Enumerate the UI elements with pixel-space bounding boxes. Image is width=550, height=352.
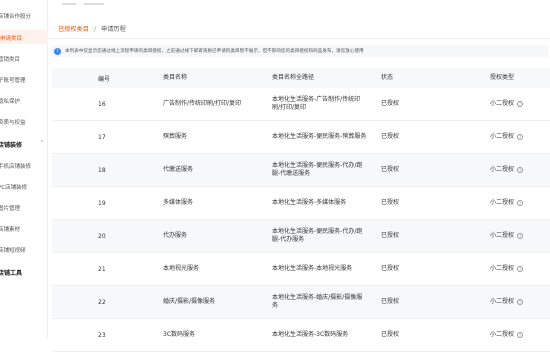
sidebar-item[interactable]: 子账号管理	[0, 76, 26, 84]
sidebar-item: 店铺工具	[0, 270, 23, 277]
cell-type-label: 小二授权	[490, 133, 515, 140]
header-path: 类目名称全路径	[272, 74, 315, 81]
table-row: 19 多媒体服务 本地化生活服务-多媒体服务 已授权 小二授权?	[52, 187, 550, 220]
cell-status: 已授权	[381, 100, 400, 107]
cell-type: 小二授权?	[490, 232, 550, 240]
help-icon[interactable]: ?	[517, 101, 524, 107]
cell-type: 小二授权?	[490, 100, 550, 108]
help-icon[interactable]: ?	[517, 134, 524, 140]
cell-status: 已授权	[381, 298, 400, 305]
info-icon: i	[54, 47, 61, 55]
breadcrumb-link-authorized[interactable]: 已授权类目	[58, 26, 89, 33]
cell-type: 小二授权?	[490, 298, 550, 306]
divider	[48, 38, 550, 39]
sidebar-item[interactable]: 手机店铺装修	[0, 162, 31, 170]
cell-status: 已授权	[381, 265, 400, 272]
cell-status: 已授权	[381, 166, 400, 173]
breadcrumb: 已授权类目 / 申请历程	[58, 24, 126, 33]
category-table: 编号 类目名称 类目名称全路径 状态 授权类型 16 广告制作/传统印刷/打印/复…	[52, 68, 550, 352]
sidebar-item[interactable]: 图片管理	[0, 204, 20, 212]
cell-name: 殡葬服务	[163, 133, 188, 140]
cell-path: 本地化生活服务-多媒体服务	[272, 199, 347, 206]
cell-id: 18	[98, 167, 106, 174]
cell-id: 20	[98, 233, 106, 240]
cell-type: 小二授权?	[490, 199, 550, 207]
table-row: 18 代缴送服务 本地化生活服务-便民服务-代办/跑腿-代缴送服务 已授权 小二授权?	[52, 154, 550, 187]
table-row: 16 广告制作/传统印刷/打印/复印 本地化生活服务-广告制作/传统印刷/打印/复印…	[52, 88, 550, 121]
sidebar-item[interactable]: 店铺短视频	[0, 246, 26, 254]
header-id: 编号	[98, 76, 111, 83]
table-header: 编号 类目名称 类目名称全路径 状态 授权类型	[52, 68, 550, 88]
sidebar-item[interactable]: 店铺素材	[0, 225, 20, 233]
cell-name: 本地视光服务	[163, 265, 200, 272]
table-body: 16 广告制作/传统印刷/打印/复印 本地化生活服务-广告制作/传统印刷/打印/复印…	[52, 88, 550, 352]
header-status: 状态	[381, 74, 394, 81]
help-icon[interactable]: ?	[517, 167, 524, 173]
cell-type-label: 小二授权	[490, 100, 515, 107]
chevron-up-icon[interactable]: ⌃	[40, 140, 44, 146]
cell-name: 广告制作/传统印刷/打印/复印	[163, 100, 242, 107]
table-row: 17 殡葬服务 本地化生活服务-便民服务-殡葬服务 已授权 小二授权?	[52, 121, 550, 154]
help-icon[interactable]: ?	[517, 233, 524, 239]
cell-path: 本地化生活服务-便民服务-殡葬服务	[272, 133, 367, 140]
header-type: 授权类型	[490, 74, 515, 81]
sidebar-item[interactable]: PC店铺装修	[0, 183, 27, 191]
cell-path: 本地化生活服务-婚庆/摄影/摄像服务	[272, 294, 363, 309]
help-icon[interactable]: ?	[517, 200, 524, 206]
cell-name: 代办服务	[163, 232, 188, 239]
cell-type-label: 小二授权	[490, 298, 515, 305]
notice-text: 本列表中仅显示您通过线上流程申请的类目授权，之前通过线下邮寄资质已申请的类目暂不…	[65, 49, 364, 54]
cell-path: 本地化生活服务-便民服务-代办/跑腿-代缴送服务	[272, 162, 363, 177]
sidebar-item[interactable]: 店铺合作股分	[0, 12, 31, 20]
help-icon[interactable]: ?	[517, 332, 524, 338]
sidebar-item[interactable]: 申请类目	[0, 30, 48, 44]
topbar-stub	[62, 0, 122, 6]
cell-name: 婚庆/摄影/摄像服务	[163, 298, 216, 305]
cell-type-label: 小二授权	[490, 265, 515, 272]
header-name: 类目名称	[163, 74, 188, 81]
breadcrumb-current: 申请历程	[101, 26, 126, 33]
table-row: 20 代办服务 本地化生活服务-便民服务-代办/跑腿-代办服务 已授权 小二授权?	[52, 220, 550, 253]
cell-name: 多媒体服务	[163, 199, 194, 206]
cell-path: 本地化生活服务-广告制作/传统印刷/打印/复印	[272, 96, 361, 111]
sidebar-item[interactable]: 隐私保护	[0, 97, 20, 105]
table-row: 21 本地视光服务 本地化生活服务-本地视光服务 已授权 小二授权?	[52, 253, 550, 286]
cell-path: 本地化生活服务-便民服务-代办/跑腿-代办服务	[272, 228, 363, 243]
cell-type: 小二授权?	[490, 166, 550, 174]
table-row: 23 3C数码服务 本地化生活服务-3C数码服务 已授权 小二授权?	[52, 319, 550, 352]
cell-path: 本地化生活服务-本地视光服务	[272, 265, 353, 272]
cell-type-label: 小二授权	[490, 199, 515, 206]
sidebar-item[interactable]: 营销类目	[0, 55, 20, 63]
notice-bar: i 本列表中仅显示您通过线上流程申请的类目授权，之前通过线下邮寄资质已申请的类目…	[52, 45, 548, 57]
breadcrumb-separator: /	[93, 26, 97, 33]
cell-type: 小二授权?	[490, 133, 550, 141]
help-icon[interactable]: ?	[517, 266, 524, 272]
sidebar-item: 店铺装修	[0, 142, 23, 149]
cell-status: 已授权	[381, 133, 400, 140]
cell-id: 19	[98, 200, 106, 207]
cell-id: 22	[98, 299, 106, 306]
help-icon[interactable]: ?	[517, 299, 524, 305]
cell-status: 已授权	[381, 232, 400, 239]
sidebar-item[interactable]: 资质与权益	[0, 118, 26, 126]
cell-type: 小二授权?	[490, 265, 550, 273]
cell-status: 已授权	[381, 199, 400, 206]
cell-type-label: 小二授权	[490, 166, 515, 173]
sidebar: 店铺合作股分申请类目营销类目子账号管理隐私保护资质与权益店铺装修手机店铺装修 PC…	[0, 0, 48, 338]
table-row: 22 婚庆/摄影/摄像服务 本地化生活服务-婚庆/摄影/摄像服务 已授权 小二授权?	[52, 286, 550, 319]
cell-id: 16	[98, 101, 106, 108]
cell-name: 代缴送服务	[163, 166, 194, 173]
cell-id: 17	[98, 134, 106, 141]
cell-id: 21	[98, 266, 106, 273]
cell-type-label: 小二授权	[490, 232, 515, 239]
